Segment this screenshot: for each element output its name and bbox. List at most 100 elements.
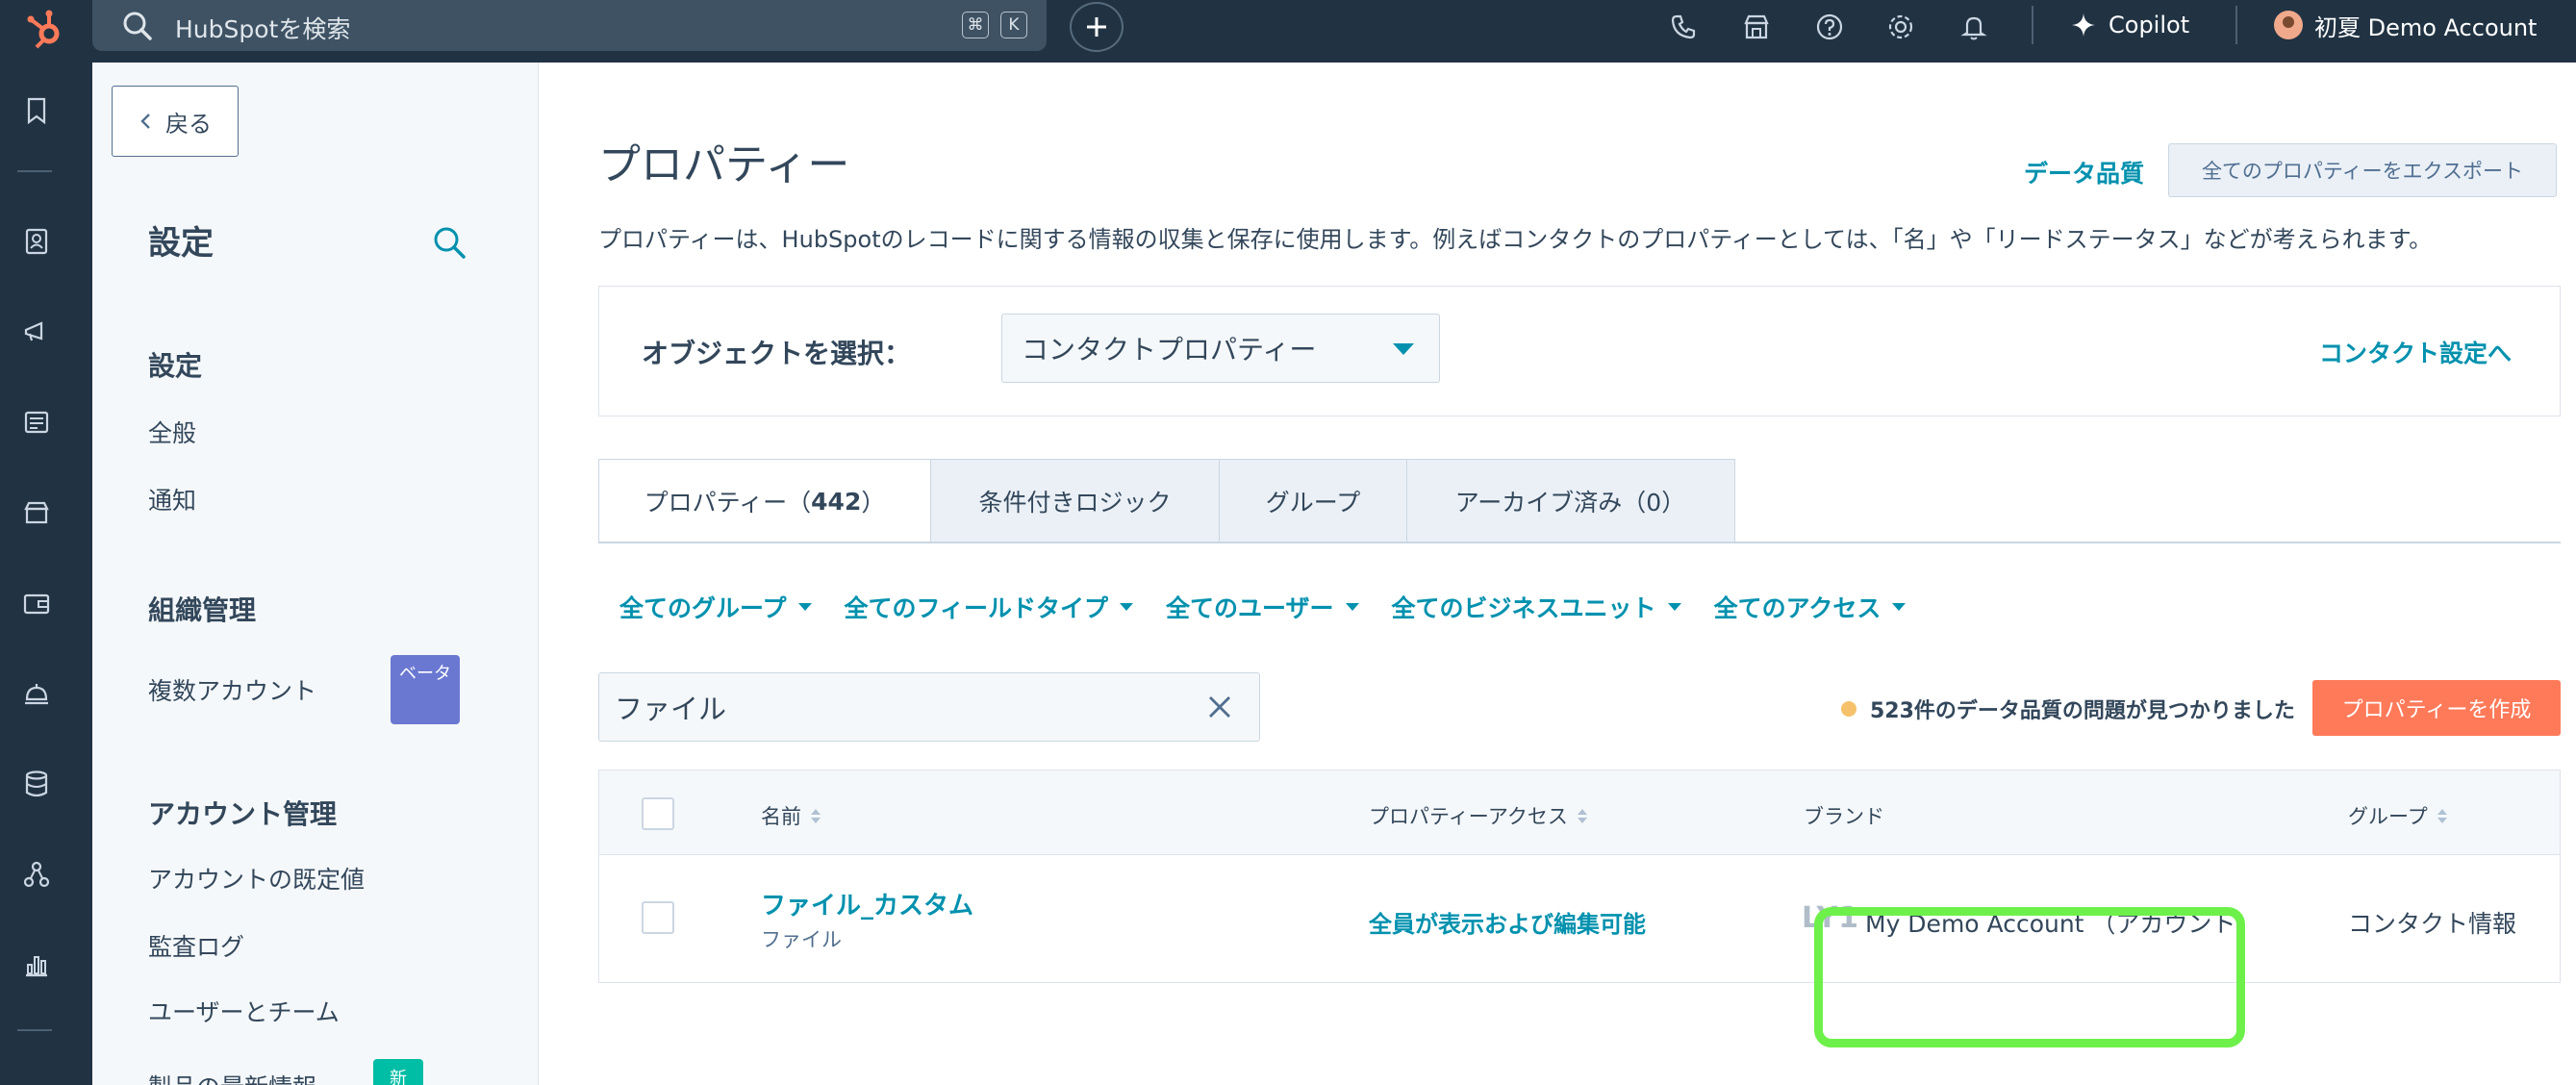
search-icon[interactable] [431, 224, 467, 265]
topbar-divider [2235, 6, 2237, 44]
beta-badge: ベータ [391, 655, 460, 724]
account-name: 初夏 Demo Account [2314, 13, 2538, 41]
help-icon[interactable] [1812, 10, 1847, 44]
property-type: ファイル [761, 928, 842, 951]
global-search-bar[interactable]: HubSpotを検索 ⌘ K [92, 0, 1047, 51]
sidebar-item-general[interactable]: 全般 [148, 415, 196, 449]
contact-settings-link[interactable]: コンタクト設定へ [2319, 335, 2512, 369]
new-badge: 新 [373, 1059, 423, 1085]
object-select-dropdown[interactable]: コンタクトプロパティー [1001, 314, 1440, 383]
property-tabs: プロパティー（ 442） 条件付きロジック グループ アーカイブ済み（0） [598, 459, 1735, 543]
filter-label: 全てのフィールドタイプ [844, 594, 1109, 622]
object-selector-panel: オブジェクトを選択： コンタクトプロパティー コンタクト設定へ [598, 286, 2561, 416]
settings-icon[interactable] [1883, 10, 1918, 44]
service-icon[interactable] [17, 674, 56, 713]
automation-icon[interactable] [17, 855, 56, 894]
column-header-name[interactable]: 名前 [761, 801, 821, 830]
object-select-label: オブジェクトを選択： [642, 338, 912, 369]
plus-icon [1087, 17, 1106, 37]
filter-label: 全てのビジネスユニット [1391, 594, 1656, 622]
sidebar-item-multiple-accounts[interactable]: 複数アカウント [148, 672, 316, 707]
back-button[interactable]: 戻る [112, 86, 239, 157]
sparkle-icon [2072, 13, 2095, 37]
sidebar-item-users-and-teams[interactable]: ユーザーとチーム [148, 994, 340, 1028]
chevron-down-icon [1345, 603, 1359, 611]
tab-count: 442 [811, 487, 862, 516]
shortcut-key-k: K [1000, 12, 1027, 38]
column-label: 名前 [761, 805, 801, 828]
close-icon[interactable] [1205, 693, 1234, 728]
data-quality-issue-notice[interactable]: 523件のデータ品質の問題が見つかりました [1841, 694, 2295, 724]
contacts-icon[interactable] [17, 222, 56, 261]
sidebar-section-settings: 設定 [148, 350, 203, 382]
tab-archived[interactable]: アーカイブ済み（0） [1405, 459, 1735, 543]
chevron-down-icon [1892, 603, 1907, 611]
copilot-button[interactable]: Copilot [2070, 6, 2189, 44]
tab-properties[interactable]: プロパティー（ 442） [598, 459, 931, 543]
reporting-icon[interactable] [17, 946, 56, 984]
filter-label: 全てのアクセス [1713, 594, 1881, 622]
top-navigation-bar: HubSpotを検索 ⌘ K Copilot 初夏 Demo Account [0, 0, 2576, 63]
marketing-icon[interactable] [17, 313, 56, 351]
filter-all-business-units[interactable]: 全てのビジネスユニット [1392, 590, 1681, 624]
create-property-button[interactable]: プロパティーを作成 [2312, 680, 2561, 736]
property-name-link[interactable]: ファイル_カスタム [761, 886, 973, 921]
sidebar-item-product-updates[interactable]: 製品の最新情報 [148, 1069, 316, 1085]
filter-all-groups[interactable]: 全てのグループ [619, 590, 812, 624]
row-checkbox[interactable] [642, 901, 674, 934]
main-content: プロパティー データ品質 全てのプロパティーをエクスポート プロパティーは、Hu… [539, 63, 2576, 1085]
filter-all-field-types[interactable]: 全てのフィールドタイプ [845, 590, 1134, 624]
back-button-label: 戻る [165, 110, 212, 138]
sort-icon [2437, 808, 2447, 823]
content-icon[interactable] [17, 403, 56, 442]
column-header-brand: ブランド [1804, 801, 1884, 830]
property-search-input[interactable]: ファイル [598, 672, 1260, 742]
settings-sidebar: 戻る 設定 設定 全般 通知 組織管理 複数アカウント ベータ アカウント管理 … [92, 63, 539, 1085]
column-label: グループ [2348, 805, 2428, 828]
sort-icon [811, 808, 821, 823]
data-icon[interactable] [17, 765, 56, 803]
export-all-properties-button[interactable]: 全てのプロパティーをエクスポート [2168, 143, 2557, 197]
column-label: プロパティーアクセス [1369, 805, 1568, 828]
commerce-icon[interactable] [17, 493, 56, 532]
property-group: コンタクト情報 [2348, 910, 2517, 938]
sort-icon [1577, 808, 1587, 823]
chevron-down-icon [797, 603, 812, 611]
topbar-divider [2032, 6, 2033, 44]
filter-all-users[interactable]: 全てのユーザー [1166, 590, 1359, 624]
select-all-checkbox[interactable] [642, 797, 674, 830]
tab-label: プロパティー（ [644, 489, 812, 517]
chevron-down-icon [1393, 343, 1414, 355]
data-quality-link[interactable]: データ品質 [2024, 155, 2144, 189]
notifications-icon[interactable] [1957, 10, 1991, 44]
marketplace-icon[interactable] [1739, 10, 1774, 44]
property-access-link[interactable]: 全員が表示および編集可能 [1369, 905, 1646, 939]
tab-divider [598, 542, 2561, 543]
phone-icon[interactable] [1666, 10, 1701, 44]
account-menu[interactable]: 初夏 Demo Account [2274, 6, 2537, 44]
sidebar-item-audit-log[interactable]: 監査ログ [148, 928, 244, 963]
sidebar-item-notifications[interactable]: 通知 [148, 482, 196, 517]
sidebar-item-account-defaults[interactable]: アカウントの既定値 [148, 861, 365, 896]
global-search-placeholder: HubSpotを検索 [175, 15, 351, 43]
bookmark-icon[interactable] [17, 91, 56, 130]
column-header-group[interactable]: グループ [2348, 801, 2447, 830]
sales-icon[interactable] [17, 584, 56, 622]
column-label: ブランド [1804, 805, 1884, 828]
nav-divider [17, 170, 52, 172]
warning-dot-icon [1841, 701, 1856, 717]
column-header-property-access[interactable]: プロパティーアクセス [1369, 801, 1587, 830]
create-new-button[interactable] [1070, 2, 1124, 52]
tab-groups[interactable]: グループ [1219, 459, 1407, 543]
avatar [2274, 11, 2303, 39]
property-search-value: ファイル [615, 693, 727, 725]
hubspot-logo-icon[interactable] [13, 2, 79, 56]
filter-bar: 全てのグループ 全てのフィールドタイプ 全てのユーザー 全てのビジネスユニット … [619, 590, 1907, 624]
tab-conditional-logic[interactable]: 条件付きロジック [929, 459, 1221, 543]
shortcut-key-cmd: ⌘ [962, 12, 989, 38]
tab-label-suffix: ） [861, 489, 886, 517]
chevron-down-icon [1667, 603, 1681, 611]
page-title: プロパティー [598, 140, 850, 189]
table-row: ファイル_カスタム ファイル 全員が表示および編集可能 LY1 My Demo … [599, 855, 2560, 982]
filter-all-access[interactable]: 全てのアクセス [1714, 590, 1907, 624]
